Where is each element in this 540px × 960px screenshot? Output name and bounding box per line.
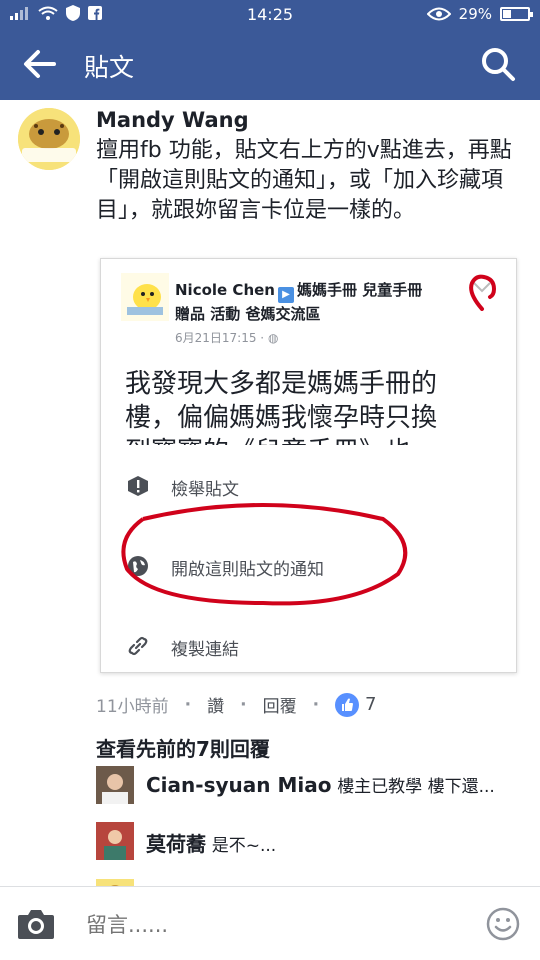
view-previous-replies[interactable]: 查看先前的7則回覆: [96, 733, 270, 762]
like-count[interactable]: 7: [365, 694, 376, 715]
separator: ·: [184, 694, 192, 715]
reply-text: Cian-syuan Miao 樓主已教學 樓下還...: [146, 772, 526, 797]
menu-item-label: 複製連結: [171, 640, 239, 660]
comment-input[interactable]: [86, 909, 446, 941]
embedded-author-name: Nicole Chen: [175, 281, 275, 299]
leopard-cat-avatar-icon: [18, 108, 80, 170]
battery-percent: 29%: [458, 5, 492, 23]
comment-composer: [0, 886, 540, 960]
separator: ·: [312, 694, 320, 715]
back-button[interactable]: [20, 46, 60, 82]
reply-item[interactable]: Cian-syuan Miao 樓主已教學 樓下還...: [96, 766, 526, 806]
page-title: 貼文: [84, 53, 135, 82]
avatar: [96, 822, 134, 860]
embedded-post-line: 我發現大多都是媽媽手冊的: [125, 369, 438, 399]
reply-author: Cian-syuan Miao: [146, 773, 332, 797]
menu-item-copy-link[interactable]: 複製連結: [101, 625, 516, 665]
embedded-author-line2: 贈品 活動 爸媽交流區: [175, 305, 321, 323]
smiley-icon[interactable]: [486, 907, 520, 941]
avatar[interactable]: [18, 108, 80, 170]
reply-body: 樓主已教學 樓下還...: [337, 777, 495, 797]
embedded-post-screenshot[interactable]: Nicole Chen ▶ 媽媽手冊 兒童手冊 贈品 活動 爸媽交流區 6月21日1…: [100, 258, 517, 673]
reply-body: 是不~...: [211, 836, 277, 856]
chevron-down-icon: [469, 274, 497, 311]
camera-icon[interactable]: [16, 907, 56, 941]
status-bar: 14:25 29%: [0, 0, 540, 28]
app-bar: 貼文: [0, 28, 540, 100]
reply-author: 莫荷蕎: [146, 832, 206, 856]
embedded-post-meta: 6月21日17:15 · ◍: [175, 329, 278, 346]
avatar: [96, 766, 134, 804]
thumbs-up-icon: [335, 692, 360, 717]
status-icons-right: 29%: [426, 5, 533, 23]
globe-small-icon: ◍: [267, 331, 279, 345]
search-button[interactable]: [478, 44, 518, 84]
link-icon: [128, 636, 148, 656]
annotation-circle-icon: [121, 503, 408, 606]
menu-item-label: 檢舉貼文: [171, 480, 239, 500]
embedded-post-line: 樓，偏偏媽媽我懷孕時只換: [125, 403, 438, 433]
eye-icon: [426, 7, 451, 21]
embedded-author-target: 媽媽手冊 兒童手冊: [296, 281, 423, 299]
comment-author[interactable]: Mandy Wang: [96, 108, 249, 132]
comment-actions: 11小時前 · 讚 · 回覆 · 7: [96, 692, 377, 717]
embedded-post-date: 6月21日17:15 ·: [175, 331, 268, 345]
reply-button[interactable]: 回覆: [263, 692, 297, 717]
reply-text: 莫荷蕎 是不~...: [146, 828, 526, 857]
chick-avatar-icon: [121, 273, 169, 321]
embedded-post-author: Nicole Chen ▶ 媽媽手冊 兒童手冊 贈品 活動 爸媽交流區: [175, 279, 465, 325]
comment-timestamp: 11小時前: [96, 697, 169, 717]
like-button[interactable]: 讚: [207, 692, 224, 717]
reply-item[interactable]: 莫荷蕎 是不~...: [96, 822, 526, 862]
report-icon: [128, 476, 148, 496]
battery-icon: [500, 7, 533, 21]
separator: ·: [240, 694, 247, 715]
comment-text: 擅用fb 功能，貼文右上方的v點進去，再點「開啟這則貼文的通知」，或「加入珍藏項…: [96, 138, 512, 223]
play-icon: ▶: [277, 287, 294, 303]
